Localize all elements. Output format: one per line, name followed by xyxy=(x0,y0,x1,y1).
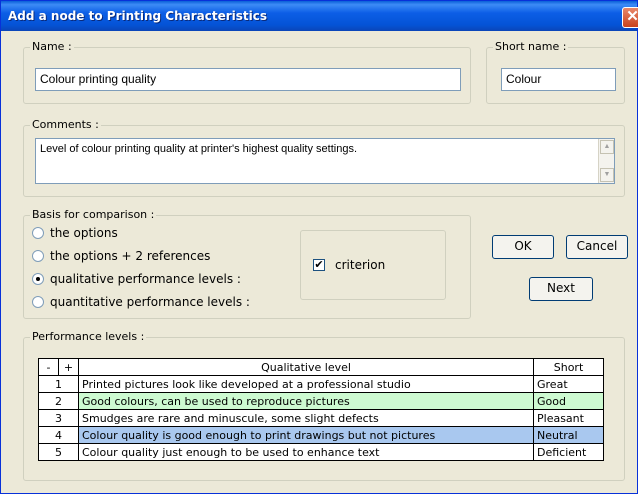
short-name-group: Short name : Colour xyxy=(486,40,625,104)
row-number: 3 xyxy=(38,409,79,427)
radio-options-references[interactable]: the options + 2 references xyxy=(32,247,210,265)
radio-icon xyxy=(32,296,44,308)
column-header-level: Qualitative level xyxy=(78,358,534,376)
short-cell[interactable]: Good xyxy=(533,392,604,410)
level-cell[interactable]: Smudges are rare and minuscule, some sli… xyxy=(78,409,534,427)
short-cell[interactable]: Deficient xyxy=(533,443,604,461)
row-number: 4 xyxy=(38,426,79,444)
radio-icon xyxy=(32,250,44,262)
window-title: Add a node to Printing Characteristics xyxy=(8,9,268,23)
short-name-label: Short name : xyxy=(493,40,569,53)
title-bar[interactable]: Add a node to Printing Characteristics ✕ xyxy=(1,1,638,31)
cancel-button[interactable]: Cancel xyxy=(566,235,628,259)
radio-label: the options xyxy=(50,226,118,240)
comments-text: Level of colour printing quality at prin… xyxy=(40,143,357,155)
short-cell[interactable]: Pleasant xyxy=(533,409,604,427)
next-button[interactable]: Next xyxy=(529,277,593,301)
short-name-input[interactable]: Colour xyxy=(501,68,616,91)
name-label: Name : xyxy=(30,40,74,53)
scroll-down-icon[interactable]: ▼ xyxy=(600,168,614,182)
name-group: Name : Colour printing quality xyxy=(23,40,471,104)
level-cell[interactable]: Good colours, can be used to reproduce p… xyxy=(78,392,534,410)
level-cell[interactable]: Colour quality just enough to be used to… xyxy=(78,443,534,461)
table-row[interactable]: 2 Good colours, can be used to reproduce… xyxy=(38,392,604,410)
basis-label: Basis for comparison : xyxy=(30,208,157,221)
level-cell[interactable]: Printed pictures look like developed at … xyxy=(78,375,534,393)
table-row[interactable]: 5 Colour quality just enough to be used … xyxy=(38,443,604,461)
ok-button[interactable]: OK xyxy=(492,235,554,259)
comments-textarea[interactable]: Level of colour printing quality at prin… xyxy=(35,138,615,184)
comments-label: Comments : xyxy=(30,118,101,131)
basis-group: Basis for comparison : the options the o… xyxy=(23,208,471,319)
radio-options[interactable]: the options xyxy=(32,224,118,242)
column-header-short: Short xyxy=(533,358,604,376)
table-row[interactable]: 3 Smudges are rare and minuscule, some s… xyxy=(38,409,604,427)
short-cell[interactable]: Neutral xyxy=(533,426,604,444)
close-icon[interactable]: ✕ xyxy=(622,7,638,28)
checkbox-checked-icon: ✔ xyxy=(313,258,325,271)
radio-checked-icon xyxy=(32,273,44,285)
name-input[interactable]: Colour printing quality xyxy=(35,68,461,91)
criterion-checkbox[interactable]: ✔ criterion xyxy=(313,258,385,272)
table-row[interactable]: 1 Printed pictures look like developed a… xyxy=(38,375,604,393)
dialog-window: Add a node to Printing Characteristics ✕… xyxy=(0,0,638,494)
criterion-label: criterion xyxy=(335,258,386,272)
radio-label: the options + 2 references xyxy=(50,249,211,263)
scroll-up-icon[interactable]: ▲ xyxy=(600,140,614,154)
level-cell[interactable]: Colour quality is good enough to print d… xyxy=(78,426,534,444)
comments-scrollbar[interactable]: ▲ ▼ xyxy=(598,139,614,183)
radio-label: qualitative performance levels : xyxy=(50,272,241,286)
radio-label: quantitative performance levels : xyxy=(50,295,250,309)
add-row-button[interactable]: + xyxy=(58,358,79,376)
short-cell[interactable]: Great xyxy=(533,375,604,393)
criterion-box: ✔ criterion xyxy=(300,230,446,300)
row-number: 2 xyxy=(38,392,79,410)
table-header-row: - + Qualitative level Short xyxy=(38,358,604,376)
radio-quantitative[interactable]: quantitative performance levels : xyxy=(32,293,250,311)
performance-group: Performance levels : - + Qualitative lev… xyxy=(23,330,625,481)
radio-icon xyxy=(32,227,44,239)
table-row[interactable]: 4 Colour quality is good enough to print… xyxy=(38,426,604,444)
row-number: 1 xyxy=(38,375,79,393)
comments-group: Comments : Level of colour printing qual… xyxy=(23,118,625,197)
performance-label: Performance levels : xyxy=(30,330,147,343)
row-number: 5 xyxy=(38,443,79,461)
performance-table: - + Qualitative level Short 1 Printed pi… xyxy=(38,358,604,461)
radio-qualitative[interactable]: qualitative performance levels : xyxy=(32,270,241,288)
remove-row-button[interactable]: - xyxy=(38,358,59,376)
